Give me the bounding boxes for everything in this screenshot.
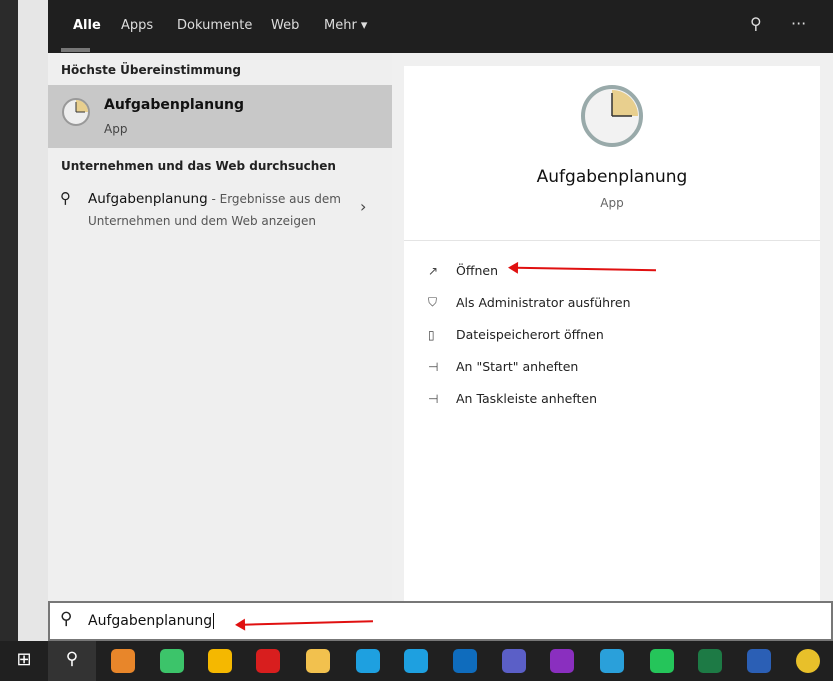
action-label: Öffnen xyxy=(456,263,498,278)
skype-2-icon[interactable] xyxy=(404,649,428,673)
skype-icon[interactable] xyxy=(356,649,380,673)
action-label: Als Administrator ausführen xyxy=(456,295,631,310)
telegram-icon[interactable] xyxy=(600,649,624,673)
preview-title: Aufgabenplanung xyxy=(536,167,688,187)
whatsapp-icon[interactable] xyxy=(650,649,674,673)
best-match-heading: Höchste Übereinstimmung xyxy=(61,63,241,77)
tab-web[interactable]: Web xyxy=(271,18,299,33)
excel-icon[interactable] xyxy=(698,649,722,673)
best-match-item[interactable]: Aufgabenplanung App xyxy=(48,85,392,148)
more-options-icon[interactable]: ··· xyxy=(791,14,806,33)
preview-type: App xyxy=(600,196,624,210)
chevron-right-icon[interactable]: › xyxy=(360,197,366,216)
file-icon: ▯ xyxy=(428,327,435,342)
web-search-item[interactable]: ⚲ Aufgabenplanung - Ergebnisse aus dem U… xyxy=(48,185,392,235)
tab-dokumente[interactable]: Dokumente xyxy=(177,18,252,33)
search-icon: ⚲ xyxy=(60,609,73,629)
preview-pane: Aufgabenplanung App ↗ Öffnen ⛉ Als Adminis… xyxy=(404,66,820,601)
web-item-line2: Unternehmen und dem Web anzeigen xyxy=(88,214,316,228)
divider xyxy=(404,240,820,241)
background-window-edge xyxy=(18,0,48,641)
action-label: An "Start" anheften xyxy=(456,359,579,374)
file-explorer-icon[interactable] xyxy=(306,649,330,673)
pin-icon: ⊣ xyxy=(428,359,439,374)
best-match-type: App xyxy=(104,122,128,136)
clock-icon xyxy=(62,98,90,126)
app-red-icon[interactable] xyxy=(256,649,280,673)
outlook-icon[interactable] xyxy=(453,649,477,673)
search-icon[interactable]: ⚲ xyxy=(60,649,84,673)
web-search-heading: Unternehmen und das Web durchsuchen xyxy=(61,159,336,173)
action-open[interactable]: ↗ Öffnen xyxy=(428,263,498,278)
web-item-suffix: - Ergebnisse aus dem xyxy=(207,192,341,206)
action-label: Dateispeicherort öffnen xyxy=(456,327,604,342)
start-icon[interactable]: ⊞ xyxy=(12,649,36,673)
search-panel: Alle Apps Dokumente Web Mehr ▾ ⚲ ··· Höc… xyxy=(48,0,833,641)
search-box[interactable]: ⚲ Aufgabenplanung xyxy=(48,601,833,641)
pin-icon: ⊣ xyxy=(428,391,439,406)
background-window xyxy=(0,0,18,641)
action-pin-start[interactable]: ⊣ An "Start" anheften xyxy=(428,359,578,374)
search-icon: ⚲ xyxy=(60,189,71,207)
search-input[interactable]: Aufgabenplanung xyxy=(88,613,215,629)
tab-alle[interactable]: Alle xyxy=(73,18,101,33)
feedback-icon[interactable]: ⚲ xyxy=(750,14,762,33)
word-icon[interactable] xyxy=(747,649,771,673)
teams-icon[interactable] xyxy=(502,649,526,673)
tab-apps[interactable]: Apps xyxy=(121,18,153,33)
filter-tabs-bar: Alle Apps Dokumente Web Mehr ▾ ⚲ ··· xyxy=(48,0,833,53)
active-tab-indicator xyxy=(61,48,90,52)
action-pin-taskbar[interactable]: ⊣ An Taskleiste anheften xyxy=(428,391,597,406)
taskbar: ⊞ ⚲ xyxy=(0,641,833,681)
action-open-file-location[interactable]: ▯ Dateispeicherort öffnen xyxy=(428,327,604,342)
app-green-icon[interactable] xyxy=(160,649,184,673)
app-orange-icon[interactable] xyxy=(111,649,135,673)
open-icon: ↗ xyxy=(428,263,439,278)
onenote-icon[interactable] xyxy=(550,649,574,673)
app-yellow-icon[interactable] xyxy=(208,649,232,673)
tab-mehr[interactable]: Mehr ▾ xyxy=(324,18,367,33)
best-match-title: Aufgabenplanung xyxy=(104,97,245,113)
action-label: An Taskleiste anheften xyxy=(456,391,598,406)
action-run-as-admin[interactable]: ⛉ Als Administrator ausführen xyxy=(428,295,631,310)
clock-icon-large xyxy=(581,85,643,147)
shield-icon: ⛉ xyxy=(428,295,438,309)
web-item-title: Aufgabenplanung xyxy=(88,191,208,207)
chrome-icon[interactable] xyxy=(796,649,820,673)
